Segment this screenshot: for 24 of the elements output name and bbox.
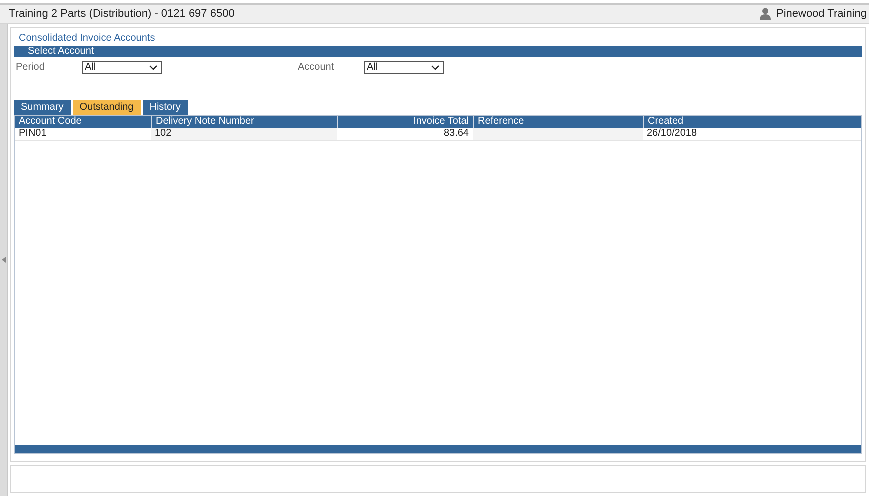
- user-name[interactable]: Pinewood Training: [776, 8, 867, 20]
- column-header[interactable]: Created: [643, 116, 861, 128]
- app-title: Training 2 Parts (Distribution) - 0121 697 6500: [9, 8, 235, 20]
- dropdown[interactable]: All: [82, 61, 162, 74]
- collapse-icon[interactable]: [2, 257, 6, 263]
- filter-label: Period: [15, 62, 46, 73]
- tab[interactable]: Summary: [14, 100, 71, 115]
- tab[interactable]: Outstanding: [72, 100, 141, 115]
- page-title: Consolidated Invoice Accounts: [18, 32, 156, 46]
- column-header[interactable]: Reference: [473, 116, 643, 128]
- chevron-down-icon: [431, 64, 440, 70]
- table-cell: 102: [151, 128, 337, 141]
- chevron-down-icon: [149, 64, 158, 70]
- table-cell: 26/10/2018: [643, 128, 861, 141]
- column-header[interactable]: Delivery Note Number: [151, 116, 337, 128]
- table-cell: PIN01: [15, 128, 151, 141]
- column-header[interactable]: Invoice Total: [337, 116, 473, 128]
- filter-label: Account: [297, 62, 336, 73]
- column-header[interactable]: Account Code: [15, 116, 151, 128]
- section-header: Select Account: [14, 46, 862, 57]
- table-cell: 83.64: [337, 128, 473, 141]
- user-icon: [760, 8, 772, 20]
- dropdown[interactable]: All: [364, 61, 444, 74]
- tab[interactable]: History: [142, 100, 188, 115]
